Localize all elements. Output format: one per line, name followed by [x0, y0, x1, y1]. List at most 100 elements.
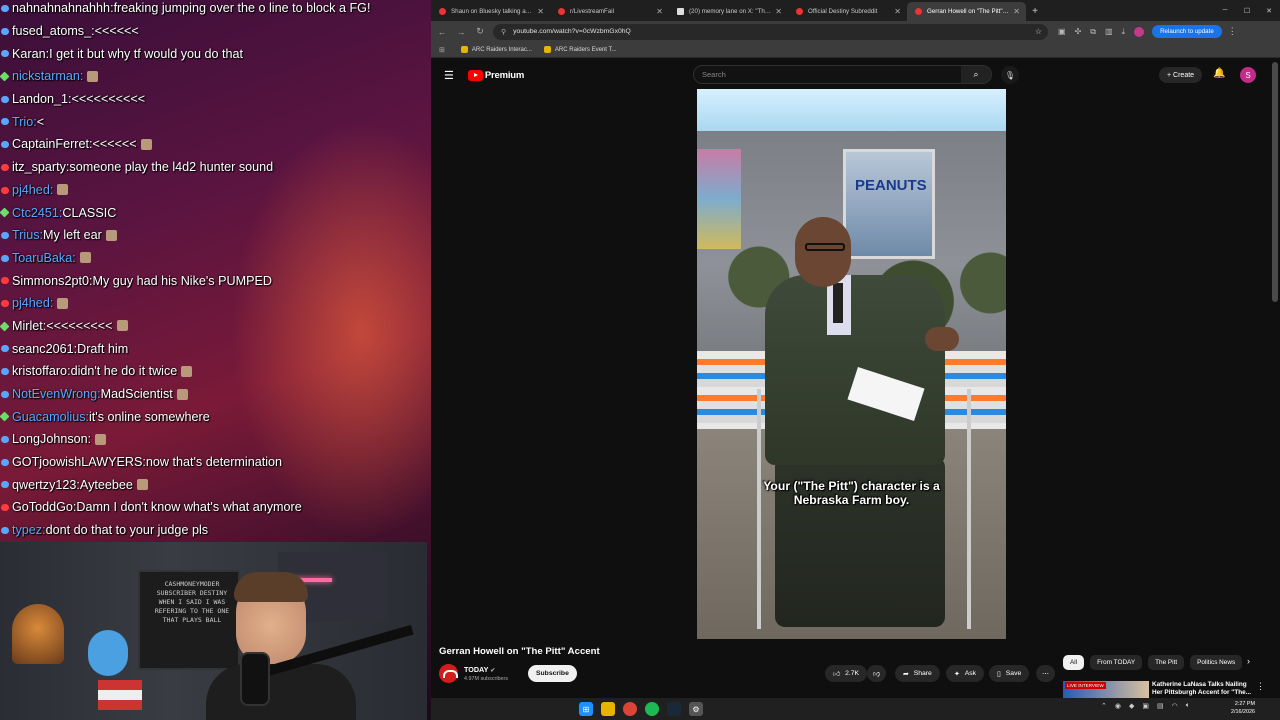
video-player[interactable]: PEANUTS Your ("The Pitt") character is a… — [697, 89, 1006, 639]
download-icon[interactable]: ⤓ — [1122, 27, 1126, 37]
chat-text: My left ear — [43, 228, 102, 243]
chat-username[interactable]: pj4hed — [12, 183, 50, 197]
tab-bluesky[interactable]: Shaun on Bluesky talking abou ✕ — [431, 2, 550, 21]
channel-name[interactable]: TODAY ✔ — [464, 665, 495, 674]
more-vertical-icon[interactable]: ⋮ — [1256, 681, 1265, 692]
new-tab-button[interactable]: + — [1026, 2, 1044, 21]
chevron-right-icon[interactable]: › — [1247, 656, 1250, 666]
chat-username[interactable]: Trio — [12, 115, 33, 129]
chip-from-today[interactable]: From TODAY — [1090, 655, 1143, 670]
subscribe-button[interactable]: Subscribe — [528, 665, 577, 682]
chat-username[interactable]: Guacamolius — [12, 410, 86, 424]
chat-username[interactable]: nickstarman — [12, 69, 80, 83]
close-icon[interactable]: ✕ — [656, 7, 663, 16]
chat-username[interactable]: CaptainFerret — [12, 137, 89, 151]
spotify-icon[interactable] — [645, 702, 659, 716]
forward-arrow-icon[interactable]: → — [453, 24, 469, 40]
address-bar[interactable]: ⚲ youtube.com/watch?v=0cWzbmGx0hQ ☆ — [493, 23, 1048, 40]
sidebar-icon[interactable]: ▥ — [1105, 27, 1113, 36]
tab-youtube-active[interactable]: Gerran Howell on "The Pitt" Ac ✕ — [907, 2, 1026, 21]
chat-username[interactable]: GOTjoowishLAWYERS — [12, 455, 142, 469]
recommended-video-title[interactable]: Katherine LaNasa Talks Nailing Her Pitts… — [1152, 681, 1252, 698]
chat-badge-icon — [1, 50, 9, 58]
chat-username[interactable]: seanc2061 — [12, 342, 74, 356]
chat-username[interactable]: Simmons2pt0 — [12, 274, 89, 288]
chat-username[interactable]: NotEvenWrong — [12, 387, 97, 401]
close-window-button[interactable]: ✕ — [1258, 0, 1280, 21]
maximize-button[interactable]: ☐ — [1236, 0, 1258, 21]
chat-username[interactable]: Trius — [12, 228, 40, 242]
dislike-button[interactable]: 👎︎ — [867, 665, 886, 682]
windows-start-icon[interactable]: ⊞ — [579, 702, 593, 716]
chat-username[interactable]: typez — [12, 523, 42, 537]
chat-username[interactable]: pj4hed — [12, 296, 50, 310]
chrome-icon[interactable] — [623, 702, 637, 716]
save-button[interactable]: ▯ Save — [989, 665, 1030, 682]
chat-username[interactable]: qwertzy123 — [12, 478, 76, 492]
bookmark-item[interactable]: ARC Raiders Event T... — [543, 46, 617, 53]
chat-username[interactable]: LongJohnson — [12, 432, 88, 446]
chat-username[interactable]: Karan — [12, 47, 46, 61]
account-avatar[interactable]: S — [1240, 67, 1256, 83]
chat-username[interactable]: Landon_1 — [12, 92, 68, 106]
chip-all[interactable]: All — [1063, 655, 1085, 670]
chat-emote-icon — [181, 365, 193, 377]
search-input[interactable] — [702, 70, 952, 79]
bookmark-star-icon[interactable]: ☆ — [1035, 27, 1042, 36]
more-actions-button[interactable]: ⋯ — [1036, 665, 1055, 682]
back-arrow-icon[interactable]: ← — [434, 24, 450, 40]
minimize-button[interactable]: ─ — [1214, 0, 1236, 21]
chip-politics-news[interactable]: Politics News — [1190, 655, 1243, 670]
tray-app-icon[interactable]: ▣ — [1142, 702, 1149, 710]
tray-app-icon[interactable]: ◆ — [1129, 702, 1134, 710]
chat-username[interactable]: itz_sparty — [12, 160, 66, 174]
relaunch-button[interactable]: Relaunch to update — [1152, 25, 1222, 38]
reload-icon[interactable]: ↻ — [472, 24, 488, 40]
wifi-icon[interactable]: ◠ — [1172, 702, 1178, 710]
steam-icon[interactable] — [667, 702, 681, 716]
ask-button[interactable]: ✦ Ask — [946, 665, 985, 682]
bookmark-item[interactable]: ARC Raiders Interac... — [460, 46, 532, 53]
search-icon[interactable]: ⌕ — [961, 66, 991, 83]
tab-livestreamfail[interactable]: r/LivestreamFail ✕ — [550, 2, 669, 21]
channel-avatar[interactable] — [439, 664, 458, 683]
chat-username[interactable]: Ctc2451 — [12, 206, 59, 220]
chat-username[interactable]: Mirlet — [12, 319, 43, 333]
chip-the-pitt[interactable]: The Pitt — [1148, 655, 1185, 670]
chat-badge-icon — [1, 368, 9, 375]
tray-chevron-icon[interactable]: ⌃ — [1101, 702, 1107, 710]
chat-username[interactable]: ToaruBaka — [12, 251, 72, 265]
close-icon[interactable]: ✕ — [775, 7, 782, 16]
close-icon[interactable]: ✕ — [894, 7, 901, 16]
volume-icon[interactable]: 🔈︎ — [1186, 702, 1190, 710]
like-button[interactable]: 👍︎ 2.7K — [825, 665, 868, 682]
more-menu-icon[interactable]: ⋮ — [1228, 26, 1237, 37]
page-scrollbar[interactable] — [1272, 62, 1278, 302]
apps-grid[interactable]: ⊞ — [439, 46, 449, 54]
profile-avatar[interactable] — [1134, 26, 1145, 37]
extension-icon[interactable]: ✣ — [1075, 27, 1082, 36]
puzzle-icon[interactable]: ⧉ — [1090, 27, 1096, 37]
chat-username[interactable]: kristoffaro — [12, 364, 67, 378]
tray-app-icon[interactable]: ▤ — [1157, 702, 1164, 710]
close-icon[interactable]: ✕ — [537, 7, 544, 16]
extension-icon[interactable]: ▣ — [1058, 27, 1066, 36]
chat-username[interactable]: fused_atoms_ — [12, 24, 91, 38]
youtube-logo[interactable]: Premium — [467, 69, 524, 81]
notifications-bell-icon[interactable]: 🔔 — [1213, 68, 1225, 79]
site-info-icon[interactable]: ⚲ — [501, 28, 506, 36]
close-icon[interactable]: ✕ — [1013, 7, 1020, 16]
chat-username[interactable]: GoToddGo — [12, 500, 73, 514]
share-button[interactable]: ➦ Share — [895, 665, 940, 682]
hamburger-menu-icon[interactable]: ☰ — [444, 69, 454, 82]
settings-gear-icon[interactable]: ⚙ — [689, 702, 703, 716]
tray-app-icon[interactable]: ◉ — [1115, 702, 1121, 710]
tab-destiny-subreddit[interactable]: Official Destiny Subreddit ✕ — [788, 2, 907, 21]
system-clock[interactable]: 2:27 PM 2/16/2026 — [1231, 700, 1255, 716]
file-explorer-icon[interactable] — [601, 702, 615, 716]
voice-search-icon[interactable]: 🎙 — [1001, 66, 1019, 84]
chat-username[interactable]: nahnahnahnahhh — [12, 1, 110, 15]
tab-x-memory-lane[interactable]: (20) memory lane on X: "This i ✕ — [669, 2, 788, 21]
more-horizontal-icon: ⋯ — [1042, 670, 1049, 678]
create-button[interactable]: + Create — [1159, 67, 1203, 83]
